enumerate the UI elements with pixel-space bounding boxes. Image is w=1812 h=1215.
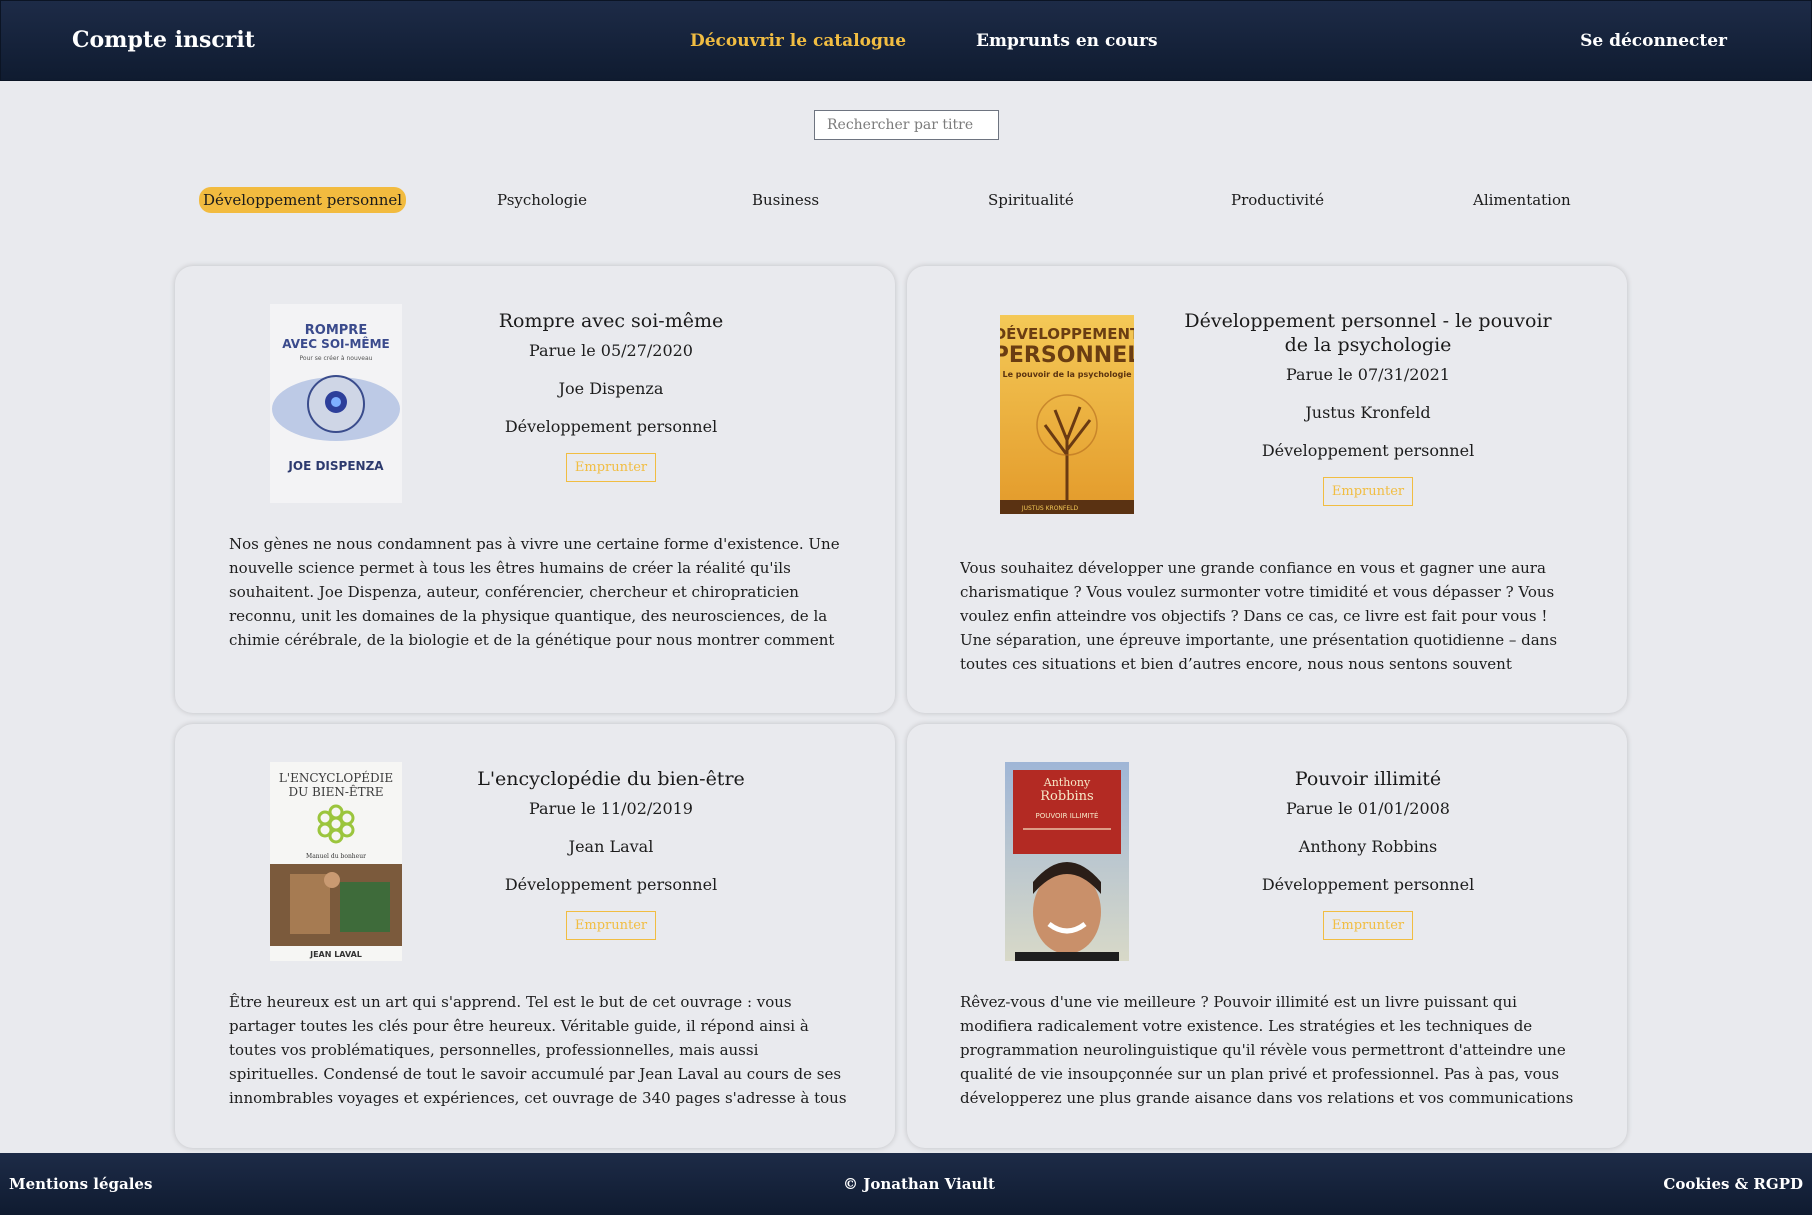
legal-notice-link[interactable]: Mentions légales (9, 1175, 152, 1193)
category-business[interactable]: Business (748, 187, 823, 213)
book-description: Rêvez-vous d'une vie meilleure ? Pouvoir… (960, 993, 1574, 1107)
book-cover-image: Anthony Robbins POUVOIR ILLIMITÉ (1005, 762, 1129, 961)
book-card: DÉVELOPPEMENT PERSONNEL Le pouvoir de la… (907, 266, 1627, 713)
svg-text:Le pouvoir de la psychologie: Le pouvoir de la psychologie (1002, 370, 1132, 379)
book-title: Développement personnel - le pouvoir de … (1184, 310, 1552, 356)
book-date: Parue le 01/01/2008 (1286, 799, 1450, 818)
svg-text:JOE DISPENZA: JOE DISPENZA (287, 459, 384, 473)
book-meta: Développement personnel - le pouvoir de … (1173, 309, 1563, 506)
book-genre: Développement personnel (504, 417, 718, 436)
book-cover-art: ROMPRE AVEC SOI-MÊME Pour se créer à nou… (270, 304, 402, 503)
borrow-button[interactable]: Emprunter (1322, 477, 1414, 506)
book-meta: Pouvoir illimité Parue le 01/01/2008 Ant… (1197, 767, 1539, 940)
account-title: Compte inscrit (72, 27, 255, 53)
svg-text:JEAN LAVAL: JEAN LAVAL (309, 950, 362, 959)
svg-text:L'ENCYCLOPÉDIE: L'ENCYCLOPÉDIE (279, 770, 393, 785)
book-date: Parue le 11/02/2019 (529, 799, 693, 818)
category-productivite[interactable]: Productivité (1227, 187, 1328, 213)
svg-text:DU BIEN-ÊTRE: DU BIEN-ÊTRE (289, 784, 384, 799)
svg-text:Manuel du bonheur: Manuel du bonheur (306, 853, 366, 860)
book-cover-image: DÉVELOPPEMENT PERSONNEL Le pouvoir de la… (1000, 315, 1134, 514)
book-title: Rompre avec soi-même (498, 310, 724, 332)
svg-text:JUSTUS KRONFELD: JUSTUS KRONFELD (1021, 505, 1079, 512)
cookies-rgpd-link[interactable]: Cookies & RGPD (1663, 1175, 1803, 1193)
category-filter-bar: Développement personnel Psychologie Busi… (0, 187, 1812, 213)
category-psychologie[interactable]: Psychologie (493, 187, 591, 213)
book-description: Être heureux est un art qui s'apprend. T… (229, 993, 847, 1107)
book-date: Parue le 05/27/2020 (529, 341, 693, 360)
svg-text:POUVOIR ILLIMITÉ: POUVOIR ILLIMITÉ (1036, 811, 1099, 820)
svg-text:AVEC SOI-MÊME: AVEC SOI-MÊME (282, 336, 390, 351)
nav-loans-link[interactable]: Emprunts en cours (976, 31, 1158, 51)
book-cover-image: L'ENCYCLOPÉDIE DU BIEN-ÊTRE Manuel du bo… (270, 762, 402, 961)
svg-text:DÉVELOPPEMENT: DÉVELOPPEMENT (1000, 324, 1134, 343)
search-input[interactable] (814, 110, 999, 140)
book-card: L'ENCYCLOPÉDIE DU BIEN-ÊTRE Manuel du bo… (175, 724, 895, 1148)
book-author: Justus Kronfeld (1305, 403, 1431, 422)
book-author: Jean Laval (568, 837, 654, 856)
book-card: ROMPRE AVEC SOI-MÊME Pour se créer à nou… (175, 266, 895, 713)
svg-text:Robbins: Robbins (1040, 789, 1093, 804)
book-genre: Développement personnel (504, 875, 718, 894)
top-navbar: Compte inscrit Découvrir le catalogue Em… (0, 0, 1812, 81)
category-developpement-personnel[interactable]: Développement personnel (199, 187, 407, 213)
svg-text:PERSONNEL: PERSONNEL (1000, 343, 1134, 368)
book-meta: L'encyclopédie du bien-être Parue le 11/… (465, 767, 757, 940)
book-cover-art: DÉVELOPPEMENT PERSONNEL Le pouvoir de la… (1000, 315, 1134, 514)
logout-link[interactable]: Se déconnecter (1580, 31, 1727, 51)
svg-text:Pour se créer à nouveau: Pour se créer à nouveau (300, 355, 373, 362)
book-author: Anthony Robbins (1298, 837, 1438, 856)
book-title: L'encyclopédie du bien-être (477, 768, 745, 790)
borrow-button[interactable]: Emprunter (565, 911, 657, 940)
book-description: Vous souhaitez développer une grande con… (960, 559, 1558, 673)
copyright-text: © Jonathan Viault (843, 1175, 995, 1193)
book-title: Pouvoir illimité (1294, 768, 1442, 790)
book-genre: Développement personnel (1261, 441, 1475, 460)
book-author: Joe Dispenza (558, 379, 664, 398)
category-alimentation[interactable]: Alimentation (1469, 187, 1575, 213)
svg-text:ROMPRE: ROMPRE (305, 323, 367, 338)
book-cover-art: Anthony Robbins POUVOIR ILLIMITÉ (1005, 762, 1129, 961)
book-cover-image: ROMPRE AVEC SOI-MÊME Pour se créer à nou… (270, 304, 402, 503)
svg-text:Anthony: Anthony (1043, 776, 1091, 789)
category-spiritualite[interactable]: Spiritualité (984, 187, 1078, 213)
book-meta: Rompre avec soi-même Parue le 05/27/2020… (465, 309, 757, 482)
footer: Mentions légales © Jonathan Viault Cooki… (0, 1153, 1812, 1215)
book-cover-art: L'ENCYCLOPÉDIE DU BIEN-ÊTRE Manuel du bo… (270, 762, 402, 961)
book-date: Parue le 07/31/2021 (1286, 365, 1450, 384)
book-description: Nos gènes ne nous condamnent pas à vivre… (229, 535, 840, 649)
borrow-button[interactable]: Emprunter (565, 453, 657, 482)
book-card: Anthony Robbins POUVOIR ILLIMITÉ Pouvoir… (907, 724, 1627, 1148)
nav-catalog-link[interactable]: Découvrir le catalogue (690, 31, 906, 51)
book-genre: Développement personnel (1261, 875, 1475, 894)
borrow-button[interactable]: Emprunter (1322, 911, 1414, 940)
